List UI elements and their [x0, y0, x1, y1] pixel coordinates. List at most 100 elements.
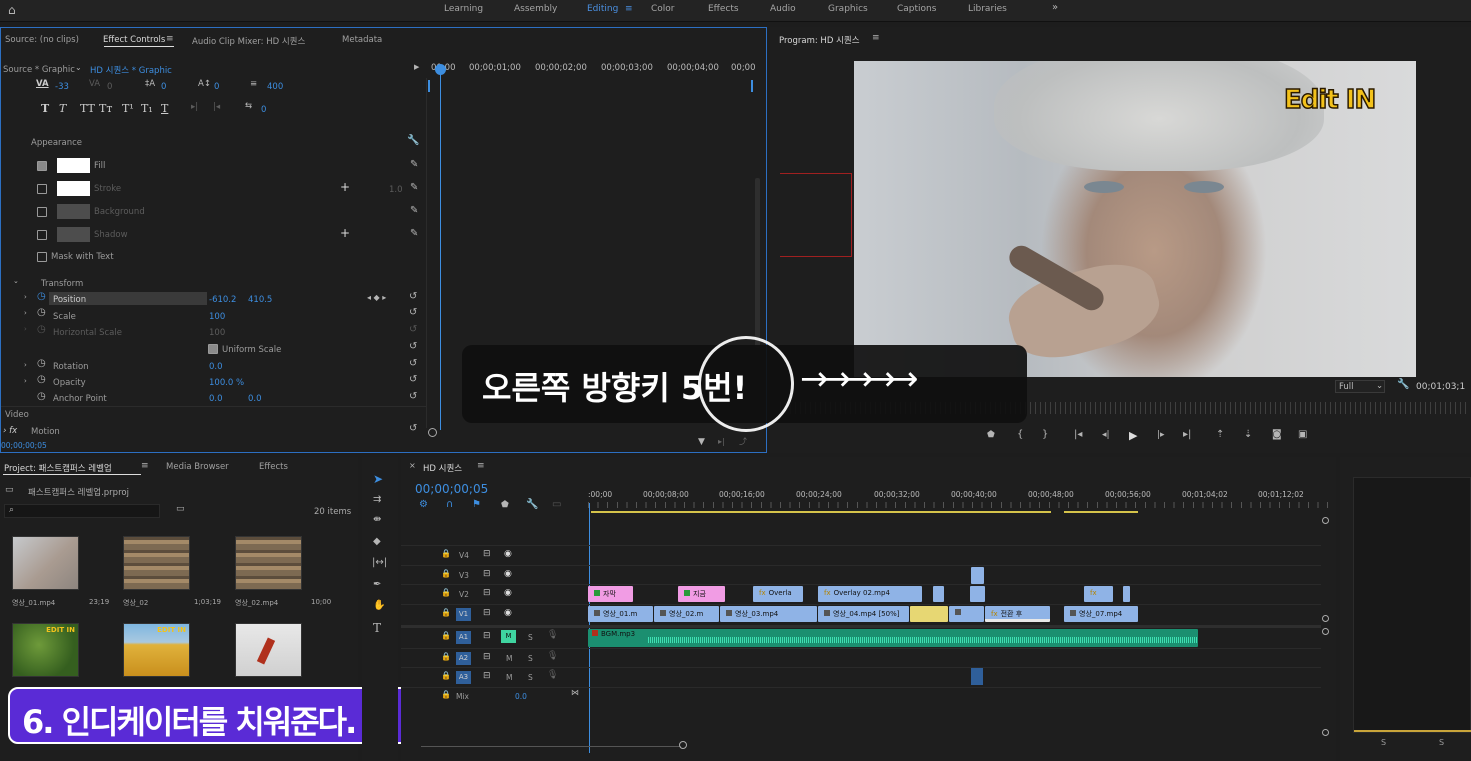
track-a1-target[interactable]: A1 [456, 631, 471, 644]
keyframe-nav-icon[interactable]: ◂ ◆ ▸ [367, 294, 386, 302]
uniform-scale-reset-icon[interactable]: ↺ [409, 342, 417, 352]
snap-icon[interactable]: ⚙ [419, 500, 428, 510]
more-workspaces-icon[interactable]: » [1052, 3, 1058, 13]
scale-reset-icon[interactable]: ↺ [409, 308, 417, 318]
thumb-video-02[interactable] [123, 536, 190, 590]
tab-metadata[interactable]: Metadata [342, 35, 382, 45]
v1-clip-video-05[interactable] [949, 606, 984, 622]
program-title[interactable]: Program: HD 시퀀스 [779, 34, 860, 46]
thumb-video-02-mp4[interactable] [235, 536, 302, 590]
a1-mute-button[interactable]: M [501, 630, 516, 643]
a3-mute-button[interactable]: M [506, 673, 512, 682]
scale-stopwatch-icon[interactable]: ◷ [37, 308, 46, 318]
shadow-eyedropper-icon[interactable]: ✎ [410, 229, 418, 239]
mark-in-icon[interactable]: { [1017, 430, 1023, 440]
export-frame-icon[interactable]: ⤴ [739, 438, 747, 446]
opacity-reset-icon[interactable]: ↺ [409, 375, 417, 385]
underline-button[interactable]: T [161, 102, 168, 115]
track-v4-label[interactable]: V4 [459, 551, 469, 560]
extract-icon[interactable]: ⇣ [1244, 430, 1252, 440]
shadow-checkbox[interactable] [37, 230, 47, 240]
v1-clip-after-transition[interactable]: fx 전환 후 [985, 606, 1050, 622]
v2-clip-subtitle[interactable]: 자막 [588, 586, 633, 602]
workspace-assembly[interactable]: Assembly [514, 4, 557, 14]
tab-left-icon[interactable]: ▸| [191, 102, 198, 112]
lift-icon[interactable]: ⇡ [1216, 430, 1224, 440]
nest-icon[interactable]: ⚑ [472, 500, 481, 510]
chevron-down-icon[interactable]: ⌄ [75, 64, 82, 72]
program-menu-icon[interactable]: ≡ [872, 34, 880, 43]
motion-reset-icon[interactable]: ↺ [409, 424, 417, 434]
stroke-eyedropper-icon[interactable]: ✎ [410, 183, 418, 193]
wrench-icon[interactable]: 🔧 [407, 136, 419, 146]
fill-checkbox[interactable] [37, 161, 47, 171]
fill-eyedropper-icon[interactable]: ✎ [410, 160, 418, 170]
a2-solo-button[interactable]: S [528, 654, 533, 663]
a1-solo-button[interactable]: S [528, 633, 533, 642]
scale-value[interactable]: 100 [209, 312, 225, 322]
baseline-value[interactable]: 0 [214, 82, 219, 92]
timeline-settings-icon[interactable]: 🔧 [526, 500, 538, 510]
tab-project[interactable]: Project: 패스트캠퍼스 레벨업 [4, 462, 112, 474]
selection-tool-icon[interactable]: ➤ [373, 473, 383, 485]
pen-tool-icon[interactable]: ✒ [373, 580, 381, 590]
go-to-out-icon[interactable]: ▸| [1183, 430, 1191, 440]
faux-bold-button[interactable]: T [41, 102, 49, 115]
razor-tool-icon[interactable]: ◆ [373, 537, 381, 547]
v2-clip-overlay-01[interactable]: fx Overla [753, 586, 803, 602]
stroke-width-value[interactable]: 1.0 [389, 185, 403, 195]
add-shadow-icon[interactable]: + [340, 227, 350, 239]
timeline-marker-icon[interactable]: ⬟ [501, 501, 509, 510]
anchor-x-value[interactable]: 0.0 [209, 394, 223, 404]
comparison-view-icon[interactable]: ▣ [1298, 430, 1307, 440]
workspace-color[interactable]: Color [651, 4, 675, 14]
ec-scrollbar[interactable] [755, 178, 760, 348]
kerning-value[interactable]: 0 [107, 82, 112, 92]
leading-value[interactable]: 0 [161, 82, 166, 92]
superscript-button[interactable]: T¹ [122, 102, 134, 115]
work-area-bar[interactable] [591, 511, 1051, 513]
tab-effects[interactable]: Effects [259, 462, 288, 472]
position-y-value[interactable]: 410.5 [248, 295, 272, 305]
play-only-icon[interactable]: ▸| [718, 438, 725, 446]
position-x-value[interactable]: -610.2 [209, 295, 236, 305]
stroke-checkbox[interactable] [37, 184, 47, 194]
all-caps-button[interactable]: TT [80, 102, 95, 115]
v2-clip-overlay-02[interactable]: fx Overlay 02.mp4 [818, 586, 922, 602]
thumb-video-03[interactable]: EDIT IN [12, 623, 79, 677]
project-menu-icon[interactable]: ≡ [141, 462, 149, 471]
anchor-reset-icon[interactable]: ↺ [409, 392, 417, 402]
mark-out-icon[interactable]: } [1042, 430, 1048, 440]
home-icon[interactable]: ⌂ [8, 4, 16, 16]
v2-clip-now[interactable]: 지금 [678, 586, 725, 602]
timeline-menu-icon[interactable]: ≡ [477, 462, 485, 471]
a1-clip-bgm[interactable]: BGM.mp3 [588, 629, 1198, 647]
background-eyedropper-icon[interactable]: ✎ [410, 206, 418, 216]
scale-expand-icon[interactable]: › [24, 310, 27, 317]
transform-chevron-icon[interactable]: ⌄ [13, 278, 19, 285]
a1-voiceover-icon[interactable]: 🎙 [547, 631, 558, 640]
eye-icon[interactable]: ◉ [504, 550, 512, 559]
play-icon[interactable]: ▶ [1129, 430, 1137, 441]
timeline-hscroll[interactable] [421, 746, 681, 747]
tab-width-value[interactable]: 0 [261, 105, 266, 115]
new-bin-icon[interactable]: ▭ [176, 505, 185, 514]
workspace-menu-icon[interactable]: ≡ [625, 5, 633, 14]
tsume-value[interactable]: 400 [267, 82, 283, 92]
hand-tool-icon[interactable]: ✋ [373, 601, 385, 611]
v1-clip-video-02[interactable]: 영상_02.m [654, 606, 719, 622]
zoom-select[interactable]: Full ⌄ [1335, 380, 1385, 393]
linked-selection-icon[interactable]: ∩ [446, 500, 453, 510]
opacity-value[interactable]: 100.0 % [209, 378, 244, 388]
tab-source[interactable]: Source: (no clips) [5, 35, 79, 45]
background-checkbox[interactable] [37, 207, 47, 217]
panel-menu-icon[interactable]: ≡ [166, 35, 174, 44]
play-range-icon[interactable]: ▶ [414, 64, 419, 71]
tab-right-icon[interactable]: |◂ [213, 102, 220, 112]
background-swatch[interactable] [57, 204, 90, 219]
slip-tool-icon[interactable]: |↔| [372, 558, 387, 568]
position-reset-icon[interactable]: ↺ [409, 292, 417, 302]
program-video-frame[interactable]: Edit IN [854, 61, 1416, 377]
meter-solo-right[interactable]: S [1439, 738, 1444, 747]
anchor-stopwatch-icon[interactable]: ◷ [37, 392, 46, 402]
